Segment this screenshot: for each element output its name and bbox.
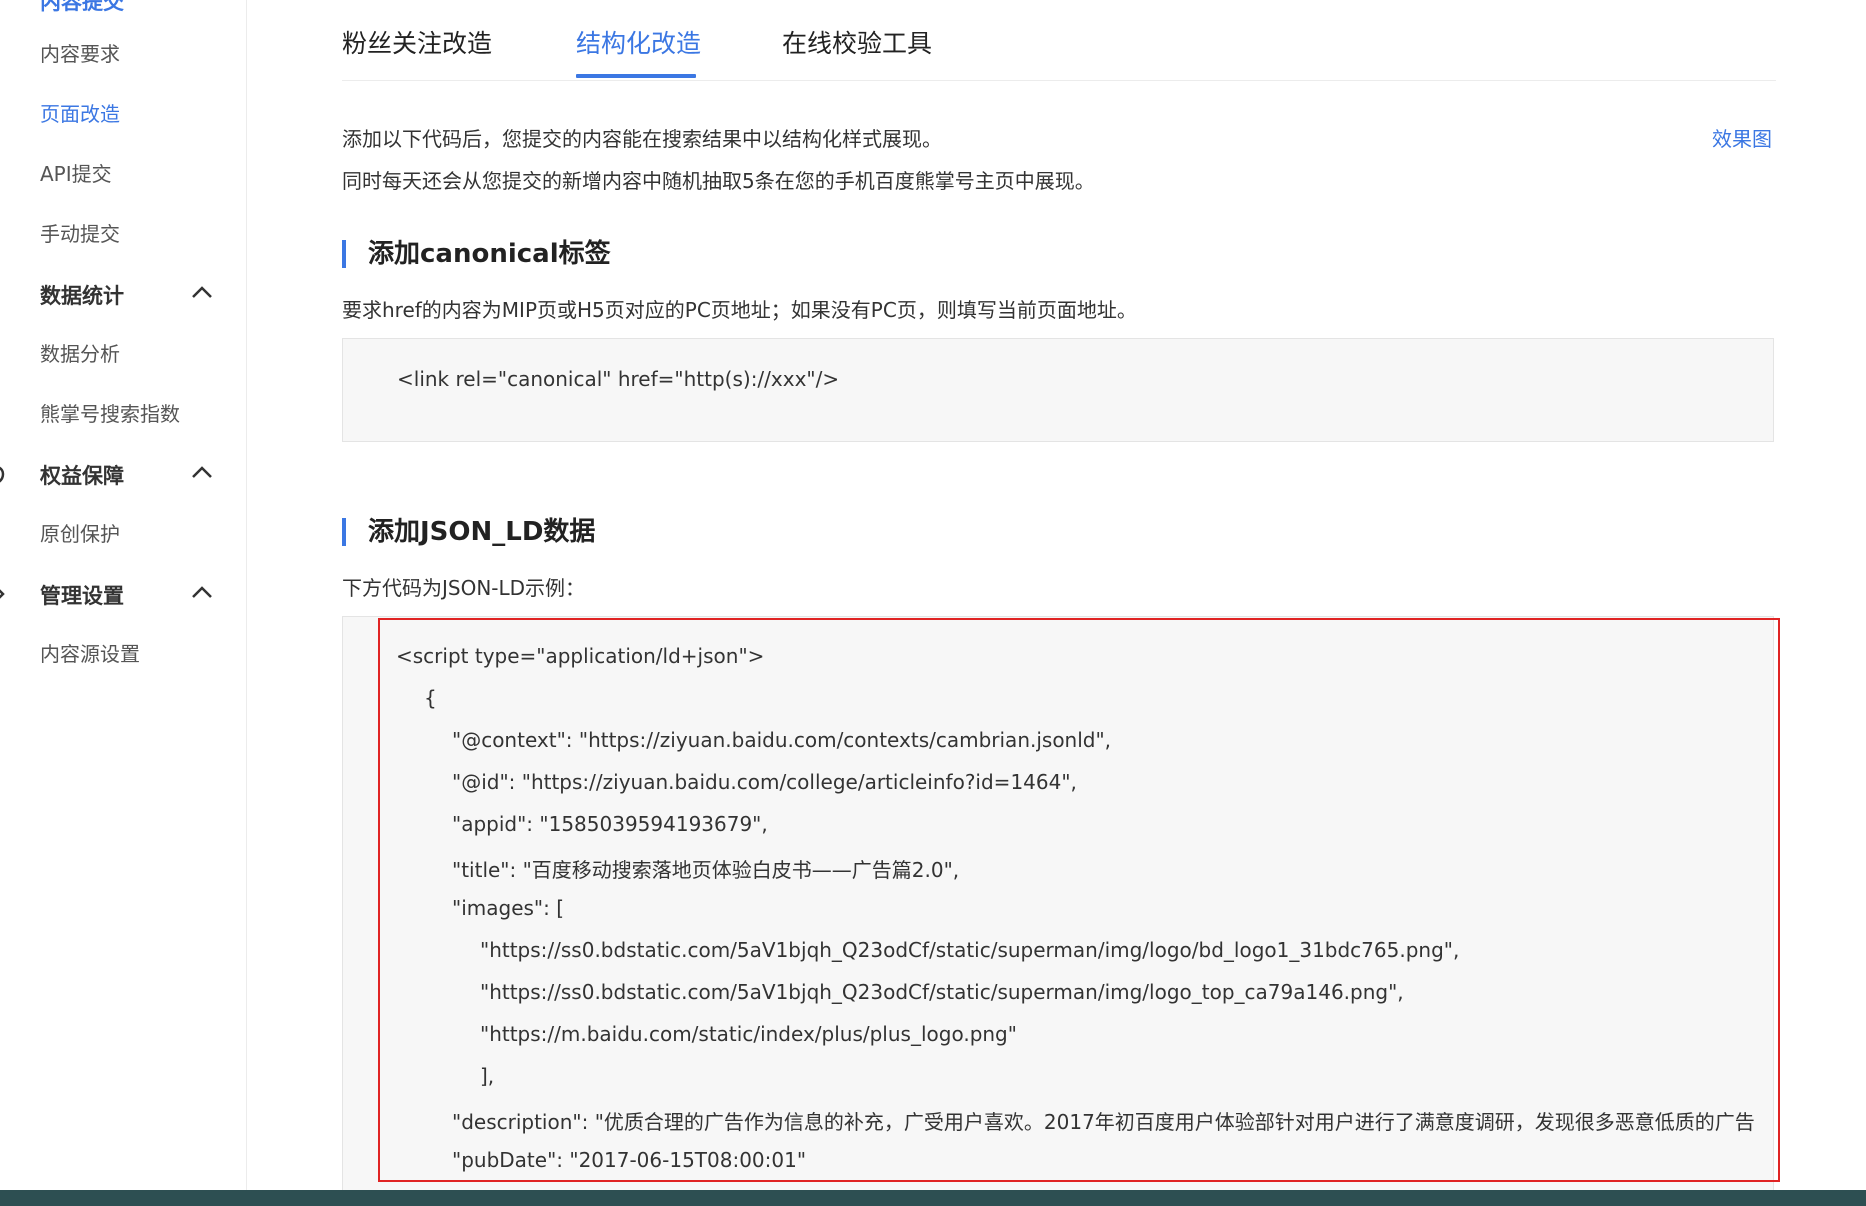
tab-structured[interactable]: 结构化改造	[576, 24, 701, 60]
intro-line-2: 同时每天还会从您提交的新增内容中随机抽取5条在您的手机百度熊掌号主页中展现。	[342, 169, 1095, 193]
canonical-code-box: <link rel="canonical" href="http(s)://xx…	[342, 338, 1774, 442]
sidebar-group-label: 管理设置	[40, 584, 124, 608]
code-line: "https://ss0.bdstatic.com/5aV1bjqh_Q23od…	[480, 980, 1404, 1004]
code-line: "description": "优质合理的广告作为信息的补充，广受用户喜欢。20…	[452, 1110, 1755, 1134]
code-line: "@context": "https://ziyuan.baidu.com/co…	[452, 728, 1112, 752]
tab-bar: 粉丝关注改造 结构化改造 在线校验工具	[342, 0, 1776, 81]
jsonld-code-area: <script type="application/ld+json"> { "@…	[380, 620, 1778, 1180]
tab-fans-follow[interactable]: 粉丝关注改造	[342, 24, 492, 60]
intro-line-1: 添加以下代码后，您提交的内容能在搜索结果中以结构化样式展现。	[342, 127, 942, 151]
chevron-up-icon[interactable]	[190, 464, 214, 480]
chevron-up-icon[interactable]	[190, 284, 214, 300]
sidebar-group-settings[interactable]: 管理设置	[0, 574, 246, 614]
code-line: <script type="application/ld+json">	[396, 644, 765, 668]
effect-preview-link[interactable]: 效果图	[1712, 118, 1772, 160]
canonical-section-title: 添加canonical标签	[342, 240, 611, 268]
sidebar-item-api-submit[interactable]: API提交	[40, 158, 112, 187]
sidebar-item-data-analysis[interactable]: 数据分析	[40, 338, 120, 367]
sidebar-item-page-renovation[interactable]: 页面改造	[40, 98, 120, 127]
sidebar-group-rights[interactable]: 权益保障	[0, 454, 246, 494]
sidebar-item-original-protection[interactable]: 原创保护	[40, 518, 120, 547]
sidebar-group-label: 权益保障	[40, 464, 124, 488]
code-line: "https://ss0.bdstatic.com/5aV1bjqh_Q23od…	[480, 938, 1460, 962]
code-line: "images": [	[452, 896, 565, 920]
intro-text: 添加以下代码后，您提交的内容能在搜索结果中以结构化样式展现。 同时每天还会从您提…	[342, 118, 1095, 202]
taskbar-item[interactable]	[1730, 1188, 1850, 1206]
code-line: {	[424, 686, 437, 710]
taskbar-item[interactable]	[1620, 1188, 1740, 1206]
sidebar-group-label-content-submit[interactable]: 内容提交	[40, 0, 124, 16]
chevron-up-icon[interactable]	[190, 584, 214, 600]
sidebar-item-manual-submit[interactable]: 手动提交	[40, 218, 120, 247]
sidebar-item-search-index[interactable]: 熊掌号搜索指数	[40, 398, 180, 427]
canonical-code: <link rel="canonical" href="http(s)://xx…	[397, 367, 840, 391]
active-tab-underline	[576, 74, 696, 78]
sidebar-group-data-stats[interactable]: 数据统计	[0, 274, 246, 314]
code-line: "https://m.baidu.com/static/index/plus/p…	[480, 1022, 1017, 1046]
taskbar	[0, 1190, 1866, 1206]
code-line: ],	[480, 1064, 495, 1088]
jsonld-description: 下方代码为JSON-LD示例：	[342, 576, 586, 600]
canonical-description: 要求href的内容为MIP页或H5页对应的PC页地址；如果没有PC页，则填写当前…	[342, 298, 1137, 322]
taskbar-item[interactable]	[1370, 1188, 1490, 1206]
code-line: "@id": "https://ziyuan.baidu.com/college…	[452, 770, 1077, 794]
jsonld-section-title: 添加JSON_LD数据	[342, 518, 595, 546]
sidebar-group-label: 数据统计	[40, 284, 124, 308]
code-line: "appid": "1585039594193679",	[452, 812, 768, 836]
code-line: "title": "百度移动搜索落地页体验白皮书——广告篇2.0",	[452, 858, 960, 882]
tab-online-validator[interactable]: 在线校验工具	[782, 24, 932, 60]
chart-icon	[0, 282, 8, 312]
sidebar-item-content-requirements[interactable]: 内容要求	[40, 38, 120, 67]
code-line: "pubDate": "2017-06-15T08:00:01"	[452, 1148, 807, 1172]
sidebar: 内容提交 内容要求 页面改造 API提交 手动提交 数据统计 数据分析 熊掌号搜…	[0, 0, 247, 1190]
taskbar-item[interactable]	[1260, 1188, 1380, 1206]
shield-icon	[0, 462, 8, 492]
sidebar-item-content-source-settings[interactable]: 内容源设置	[40, 638, 140, 667]
gear-icon	[0, 582, 8, 612]
